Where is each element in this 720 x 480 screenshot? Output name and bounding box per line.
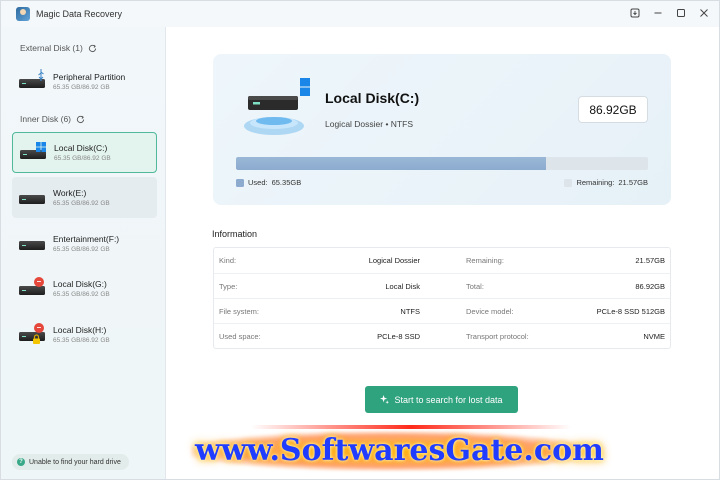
app-logo-icon	[16, 7, 30, 21]
start-search-label: Start to search for lost data	[394, 394, 503, 405]
remaining-label: Remaining:	[576, 178, 615, 187]
help-text: Unable to find your hard drive	[29, 458, 121, 466]
information-table: Kind: Logical Dossier Remaining: 21.57GB…	[213, 247, 671, 349]
error-badge-icon: –	[34, 322, 44, 333]
info-value: 86.92GB	[635, 282, 665, 291]
disk-name: Local Disk(C:)	[54, 142, 108, 153]
usb-drive-icon	[19, 68, 45, 93]
disk-name: Local Disk(G:)	[53, 278, 107, 289]
disk-size: 65.35 GB/86.92 GB	[53, 83, 110, 91]
sidebar-item-local-disk-h[interactable]: – Local Disk(H:) 65.35 GB/86.92 GB	[12, 314, 157, 355]
disk-name: Local Disk(H:)	[53, 324, 107, 335]
watermark-line	[251, 425, 571, 429]
watermark-text: www.SoftwaresGate.com	[195, 433, 604, 468]
used-swatch	[236, 178, 244, 187]
remaining-value: 21.57GB	[618, 178, 648, 187]
watermark: www.SoftwaresGate.com	[191, 423, 611, 479]
info-value: Logical Dossier	[368, 256, 420, 265]
error-drive-icon: –	[19, 276, 45, 300]
info-label: Remaining:	[466, 256, 504, 265]
window-controls	[628, 6, 711, 20]
used-legend: Used: 65.35GB	[236, 178, 301, 187]
sidebar-item-local-disk-c[interactable]: Local Disk(C:) 65.35 GB/86.92 GB	[12, 132, 157, 173]
info-label: Transport protocol:	[466, 332, 529, 341]
locked-drive-icon: –	[19, 322, 45, 346]
info-value: Local Disk	[385, 282, 420, 291]
cannot-find-drive-link[interactable]: ? Unable to find your hard drive	[12, 454, 129, 470]
external-disk-label: External Disk (1)	[20, 43, 83, 53]
disk-size: 65.35 GB/86.92 GB	[54, 154, 111, 162]
sidebar-item-local-disk-g[interactable]: – Local Disk(G:) 65.35 GB/86.92 GB	[12, 268, 157, 309]
info-value: PCLe-8 SSD	[377, 332, 420, 341]
external-disk-header: External Disk (1)	[20, 43, 97, 53]
sparkle-icon	[380, 395, 390, 404]
close-icon[interactable]	[697, 6, 711, 20]
drive-icon	[19, 233, 45, 255]
disk-title: Local Disk(C:)	[325, 90, 420, 106]
sidebar: External Disk (1) Peripheral Partition 6…	[1, 27, 166, 479]
remaining-legend: Remaining: 21.57GB	[564, 178, 648, 187]
app-title: Magic Data Recovery	[36, 9, 123, 19]
info-value: 21.57GB	[635, 256, 665, 265]
info-label: Total:	[466, 282, 484, 291]
table-row: Kind: Logical Dossier Remaining: 21.57GB	[214, 248, 670, 273]
info-value: NVME	[643, 332, 665, 341]
total-size-badge: 86.92GB	[578, 96, 648, 123]
sidebar-item-peripheral-partition[interactable]: Peripheral Partition 65.35 GB/86.92 GB	[12, 61, 157, 102]
information-heading: Information	[212, 229, 258, 239]
inner-disk-label: Inner Disk (6)	[20, 114, 72, 124]
inner-disk-header: Inner Disk (6)	[20, 114, 85, 124]
disk-size: 65.35 GB/86.92 GB	[53, 245, 110, 253]
info-label: Type:	[219, 282, 238, 291]
start-search-button[interactable]: Start to search for lost data	[365, 386, 518, 413]
disk-name: Entertainment(F:)	[53, 233, 120, 244]
question-icon: ?	[17, 458, 25, 466]
disk-summary-card: Local Disk(C:) Logical Dossier • NTFS 86…	[213, 54, 671, 205]
windows-drive-icon	[20, 141, 46, 164]
info-label: Kind:	[219, 256, 237, 265]
disk-size: 65.35 GB/86.92 GB	[53, 336, 110, 344]
maximize-icon[interactable]	[674, 6, 688, 20]
sidebar-item-work-e[interactable]: Work(E:) 65.35 GB/86.92 GB	[12, 177, 157, 218]
table-row: Used space: PCLe-8 SSD Transport protoco…	[214, 323, 670, 348]
sidebar-item-entertainment-f[interactable]: Entertainment(F:) 65.35 GB/86.92 GB	[12, 223, 157, 264]
info-value: PCLe-8 SSD 512GB	[596, 307, 665, 316]
used-value: 65.35GB	[271, 178, 302, 187]
table-row: Type: Local Disk Total: 86.92GB	[214, 273, 670, 298]
main-panel: Local Disk(C:) Logical Dossier • NTFS 86…	[167, 27, 719, 479]
info-label: File system:	[219, 307, 260, 316]
disk-size: 65.35 GB/86.92 GB	[53, 290, 110, 298]
remaining-swatch	[564, 178, 573, 187]
info-value: NTFS	[400, 307, 420, 316]
usage-progress-bar	[236, 157, 648, 170]
disk-size: 65.35 GB/86.92 GB	[53, 199, 110, 207]
error-badge-icon: –	[34, 276, 44, 287]
lock-icon	[33, 333, 40, 344]
info-label: Used space:	[219, 332, 261, 341]
refresh-icon[interactable]	[76, 115, 85, 124]
pin-icon[interactable]	[628, 6, 642, 20]
disk-subtitle: Logical Dossier • NTFS	[325, 119, 414, 129]
disk-name: Peripheral Partition	[53, 71, 126, 82]
app-window: Magic Data Recovery External Disk (1) Pe…	[0, 0, 720, 480]
drive-icon	[19, 187, 45, 209]
table-row: File system: NTFS Device model: PCLe-8 S…	[214, 298, 670, 323]
disk-name: Work(E:)	[53, 187, 87, 198]
usage-progress-fill	[236, 157, 546, 170]
used-label: Used:	[248, 178, 268, 187]
minimize-icon[interactable]	[651, 6, 665, 20]
refresh-icon[interactable]	[88, 44, 97, 53]
info-label: Device model:	[466, 307, 514, 316]
title-bar: Magic Data Recovery	[1, 1, 719, 27]
disk-hero-icon	[244, 78, 310, 135]
